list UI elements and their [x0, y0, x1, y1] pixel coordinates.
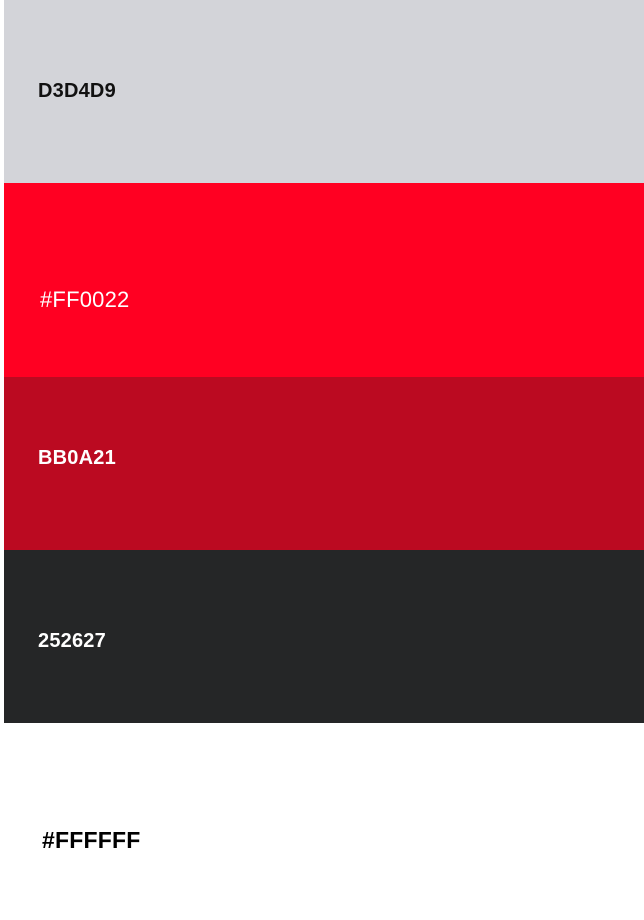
swatch-label: #FF0022 [40, 287, 130, 312]
swatch-label: 252627 [38, 630, 106, 652]
swatch-label: #FFFFFF [42, 827, 141, 853]
swatch-label: D3D4D9 [38, 80, 116, 102]
swatch-label: BB0A21 [38, 447, 116, 469]
color-palette: D3D4D9 #FF0022 BB0A21 252627 #FFFFFF [0, 0, 644, 920]
swatch-light-gray: D3D4D9 [4, 0, 644, 183]
swatch-dark-red: BB0A21 [4, 377, 644, 550]
swatch-bright-red: #FF0022 [4, 183, 644, 377]
swatch-charcoal: 252627 [4, 550, 644, 723]
swatch-white: #FFFFFF [0, 723, 644, 920]
